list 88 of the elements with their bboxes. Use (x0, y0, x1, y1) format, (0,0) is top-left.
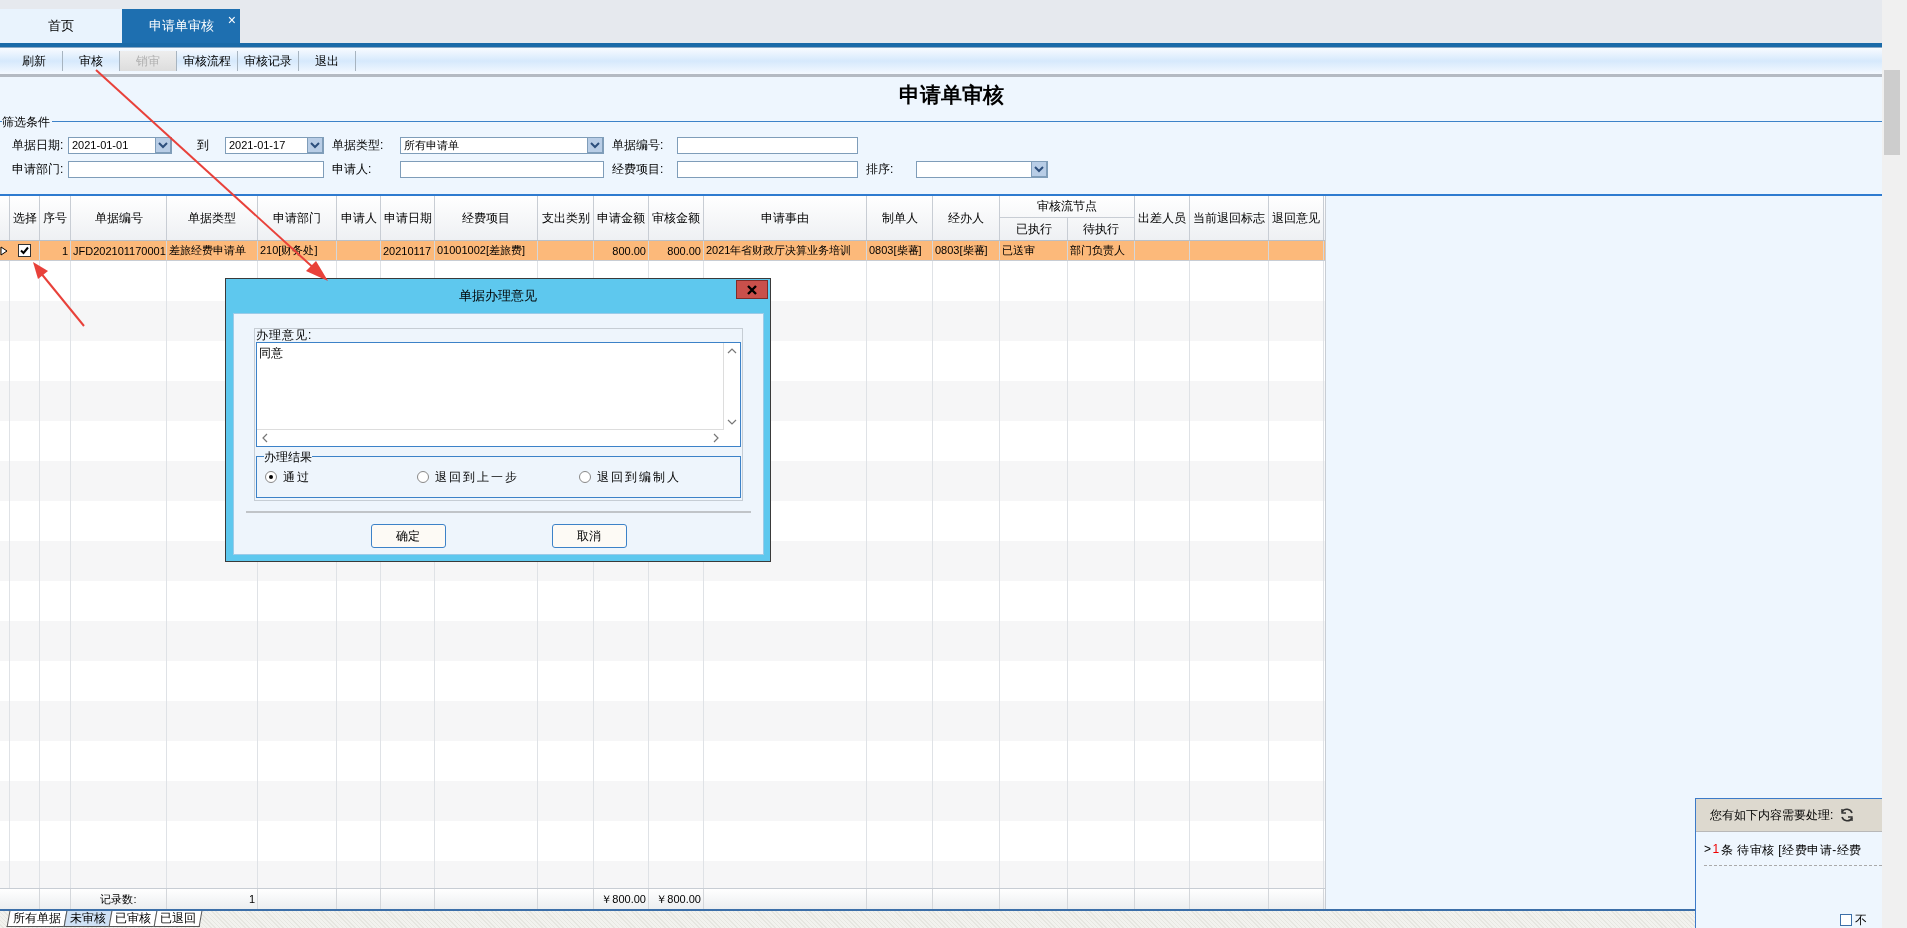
column-header: 支出类别 (538, 196, 594, 240)
column-group-header: 审核流节点 (1000, 196, 1135, 218)
comment-field[interactable]: 同意 (256, 342, 741, 447)
field-label: 申请人: (332, 160, 373, 178)
table-cell: 差旅经费申请单 (167, 241, 258, 260)
cancel-button[interactable]: 取消 (551, 524, 627, 548)
column-header: 当前退回标志 (1190, 196, 1269, 240)
column-header: 已执行 (1000, 218, 1068, 240)
caret-icon[interactable] (155, 137, 171, 153)
refresh-icon[interactable] (1839, 807, 1856, 823)
text-field[interactable] (68, 160, 324, 178)
radio-label[interactable]: 通过 (283, 468, 311, 486)
radio-button[interactable] (417, 471, 429, 483)
dropdown-field[interactable] (916, 160, 1048, 178)
radio-button[interactable] (578, 471, 591, 483)
close-button[interactable] (736, 280, 768, 299)
column-header: 经费项目 (435, 196, 538, 240)
toolbar-button[interactable]: 审核流程 (177, 51, 238, 71)
toolbar-button[interactable]: 刷新 (6, 51, 63, 71)
text-field[interactable] (677, 136, 858, 154)
row-pointer-icon (0, 245, 8, 256)
checkbox-label: 不 (1855, 911, 1867, 928)
column-header: 序号 (40, 196, 71, 240)
table-cell: 1 (40, 241, 71, 260)
column-header: 申请人 (337, 196, 381, 240)
sheet-tab[interactable]: 已退回 (153, 911, 203, 927)
table-cell: JFD202101170001 (71, 241, 167, 260)
caret-icon[interactable] (1031, 161, 1047, 177)
column-header: 申请日期 (381, 196, 435, 240)
checkbox[interactable] (1840, 914, 1852, 926)
checkbox[interactable] (18, 244, 31, 257)
close-icon[interactable] (746, 284, 758, 295)
field-label: 单据编号: (612, 136, 665, 154)
column-header: 申请金额 (594, 196, 649, 240)
annotation-arrow (33, 262, 85, 327)
scrollbar-thumb[interactable] (1884, 70, 1900, 155)
table-cell: 800.00 (649, 241, 704, 260)
radio-label[interactable]: 退回到编制人 (596, 468, 681, 486)
caret-icon[interactable] (307, 137, 323, 153)
column-header: 选择 (10, 196, 40, 240)
column-header: 出差人员 (1135, 196, 1190, 240)
tab[interactable]: 首页 (0, 9, 122, 43)
notice-item[interactable]: >1条 待审核 [经费申请-经费 (1704, 842, 1882, 866)
field-label: 经费项目: (612, 160, 665, 178)
group-legend: 办理结果 (264, 449, 312, 466)
field-label: 单据类型: (332, 136, 385, 154)
dropdown-field[interactable]: 2021-01-17 (225, 136, 324, 154)
dialog-title: 单据办理意见 (459, 287, 537, 305)
field-label: 排序: (866, 160, 895, 178)
caret-icon[interactable] (587, 137, 603, 153)
field-label: 办理意见: (256, 329, 314, 342)
column-header: 单据类型 (167, 196, 258, 240)
toolbar-button[interactable]: 审核记录 (238, 51, 299, 71)
page-title: 申请单审核 (898, 82, 1004, 108)
text-field[interactable] (677, 160, 858, 178)
table-cell: 已送审 (1000, 241, 1068, 260)
table-cell: 2021年省财政厅决算业务培训 (704, 241, 867, 260)
column-header: 申请部门 (258, 196, 337, 240)
sheet-tab[interactable]: 已审核 (108, 911, 158, 927)
field-label: 申请部门: (12, 160, 65, 178)
column-header: 退回意见 (1269, 196, 1324, 240)
column-header: 申请事由 (704, 196, 867, 240)
notice-title: 您有如下内容需要处理: (1710, 806, 1834, 824)
close-tab-button[interactable]: × (227, 12, 236, 28)
table-cell: 0803[柴蕃] (867, 241, 933, 260)
text-field[interactable] (400, 160, 604, 178)
tab[interactable]: 申请单审核 × (122, 9, 240, 43)
table-cell: 部门负责人 (1068, 241, 1135, 260)
confirm-button[interactable]: 确定 (370, 524, 446, 548)
toolbar-button[interactable]: 退出 (299, 51, 356, 71)
section-legend: 筛选条件 (2, 114, 52, 131)
radio-button[interactable] (265, 471, 277, 483)
column-header: 经办人 (933, 196, 1000, 240)
table-cell: 800.00 (594, 241, 649, 260)
table-cell: 20210117 (381, 241, 435, 260)
field-label: 到 (195, 136, 210, 154)
dropdown-field[interactable]: 所有申请单 (400, 136, 604, 154)
column-header: 待执行 (1068, 218, 1135, 240)
sheet-tab[interactable]: 所有单据 (6, 911, 68, 927)
table-cell: 01001002[差旅费] (435, 241, 538, 260)
sheet-tab[interactable]: 未审核 (63, 911, 113, 927)
field-label: 单据日期: (12, 136, 65, 154)
column-header: 单据编号 (71, 196, 167, 240)
column-header: 审核金额 (649, 196, 704, 240)
radio-label[interactable]: 退回到上一步 (435, 468, 519, 486)
dropdown-field[interactable]: 2021-01-01 (68, 136, 172, 154)
table-cell: 0803[柴蕃] (933, 241, 1000, 260)
column-header: 制单人 (867, 196, 933, 240)
